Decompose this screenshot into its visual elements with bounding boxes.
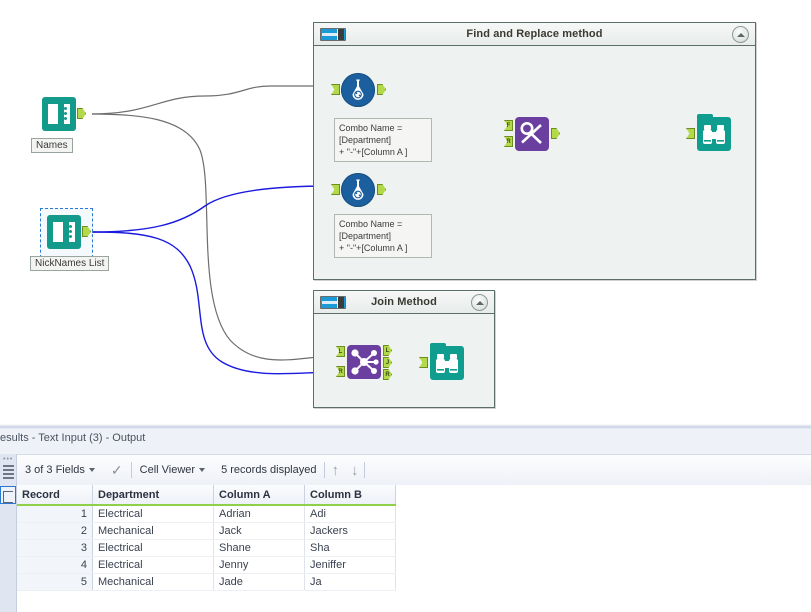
fields-label: 3 of 3 Fields (25, 464, 85, 476)
tool-label-names: Names (31, 138, 73, 153)
formula-flask-icon[interactable] (341, 173, 375, 207)
container-title: Find and Replace method (466, 28, 603, 40)
cell-column-a[interactable]: Jenny (213, 556, 305, 574)
browse-binoculars-icon[interactable] (697, 114, 731, 151)
chevron-down-icon[interactable] (88, 468, 95, 472)
tool-annotation-formula-2: Combo Name = [Department] + "-"+[Column … (334, 214, 432, 258)
cell-column-a[interactable]: Adrian (213, 505, 305, 523)
binoculars-glyph (436, 354, 458, 373)
results-table[interactable]: Record Department Column A Column B 1 El… (17, 485, 396, 591)
results-panel: esults - Text Input (3) - Output 3 of 3 … (0, 424, 811, 612)
data-hex-icon[interactable] (0, 486, 16, 504)
table-row[interactable]: 4 Electrical Jenny Jeniffer (17, 556, 396, 574)
check-icon[interactable]: ✓ (111, 463, 123, 477)
container-body (314, 314, 494, 408)
panel-splitter[interactable] (0, 424, 811, 429)
text-input-book-icon[interactable] (42, 97, 76, 131)
flask-glyph (352, 79, 364, 100)
arrow-down-icon[interactable]: ↓ (345, 463, 365, 478)
cell-column-b[interactable]: Adi (304, 505, 396, 523)
records-label: 5 records displayed (221, 464, 317, 476)
tool-node-browse-1[interactable] (686, 114, 731, 151)
fields-selector[interactable]: 3 of 3 Fields (17, 455, 103, 485)
anchor-label: J (385, 359, 390, 366)
binoculars-glyph (703, 125, 725, 144)
cell-column-a[interactable]: Jade (213, 573, 305, 591)
table-row[interactable]: 3 Electrical Shane Sha (17, 539, 396, 557)
chevron-down-icon[interactable] (199, 468, 206, 472)
apply-check-button[interactable]: ✓ (103, 455, 131, 485)
cell-column-b[interactable]: Jeniffer (304, 556, 396, 574)
tool-label-nicknames: NickNames List (30, 256, 110, 271)
cell-column-b[interactable]: Jackers (304, 522, 396, 540)
tool-annotation-formula-1: Combo Name = [Department] + "-"+[Column … (334, 118, 432, 162)
flask-glyph (352, 179, 364, 200)
cell-record: 2 (17, 522, 93, 540)
column-header-column-a[interactable]: Column A (213, 485, 305, 506)
arrow-up-icon[interactable]: ↑ (325, 463, 345, 478)
formula-flask-icon[interactable] (341, 73, 375, 107)
tool-node-formula-2[interactable] (331, 173, 386, 207)
cell-record: 5 (17, 573, 93, 591)
table-header-row: Record Department Column A Column B (17, 485, 396, 506)
column-header-department[interactable]: Department (92, 485, 214, 506)
table-row[interactable]: 5 Mechanical Jade Ja (17, 573, 396, 591)
cell-record: 3 (17, 539, 93, 557)
tool-node-nicknames[interactable] (47, 215, 91, 249)
workflow-designer: Find and Replace method Join Method Name… (0, 0, 811, 612)
cell-department[interactable]: Electrical (92, 556, 214, 574)
cell-record: 1 (17, 505, 93, 523)
join-icon[interactable] (347, 345, 381, 379)
anchor-label: L (385, 347, 390, 354)
container-header[interactable]: Join Method (314, 291, 494, 314)
list-view-icon[interactable] (3, 465, 14, 479)
cell-record: 4 (17, 556, 93, 574)
find-replace-icon[interactable] (515, 117, 549, 151)
view-mode-label: Cell Viewer (139, 464, 196, 476)
anchor-label: R (385, 371, 390, 378)
table-row[interactable]: 2 Mechanical Jack Jackers (17, 522, 396, 540)
tool-node-join[interactable]: L R L J R (336, 345, 392, 380)
column-header-record[interactable]: Record (17, 485, 93, 506)
results-toolbar[interactable]: 3 of 3 Fields ✓ Cell Viewer 5 records di… (0, 454, 811, 486)
toggle-switch-icon[interactable] (320, 295, 346, 309)
tool-node-browse-2[interactable] (419, 343, 464, 380)
workflow-canvas[interactable]: Find and Replace method Join Method Name… (0, 0, 811, 424)
find-replace-glyph (520, 122, 542, 144)
browse-binoculars-icon[interactable] (430, 343, 464, 380)
view-mode-selector[interactable]: Cell Viewer (132, 455, 213, 485)
cell-column-b[interactable]: Sha (304, 539, 396, 557)
text-input-book-icon[interactable] (47, 215, 81, 249)
column-header-column-b[interactable]: Column B (304, 485, 396, 506)
cell-department[interactable]: Electrical (92, 539, 214, 557)
tool-node-names[interactable] (42, 97, 86, 131)
cell-department[interactable]: Mechanical (92, 522, 214, 540)
tool-node-formula-1[interactable] (331, 73, 386, 107)
container-header[interactable]: Find and Replace method (314, 23, 755, 46)
cell-department[interactable]: Mechanical (92, 573, 214, 591)
table-row[interactable]: 1 Electrical Adrian Adi (17, 505, 396, 523)
toolbar-divider (364, 462, 366, 478)
grip-dots-icon[interactable]: ••• (3, 456, 13, 463)
results-panel-title: esults - Text Input (3) - Output (0, 432, 146, 444)
join-glyph (351, 349, 379, 375)
records-count: 5 records displayed (213, 455, 324, 485)
results-grid[interactable]: Record Department Column A Column B 1 El… (17, 485, 811, 612)
results-side-rail[interactable]: ••• (0, 454, 17, 612)
tool-node-find-replace[interactable]: F R (504, 117, 560, 151)
cell-column-a[interactable]: Shane (213, 539, 305, 557)
chevron-up-icon[interactable] (732, 26, 749, 43)
chevron-up-icon[interactable] (471, 294, 488, 311)
toggle-switch-icon[interactable] (320, 27, 346, 41)
cell-column-b[interactable]: Ja (304, 573, 396, 591)
cell-column-a[interactable]: Jack (213, 522, 305, 540)
cell-department[interactable]: Electrical (92, 505, 214, 523)
